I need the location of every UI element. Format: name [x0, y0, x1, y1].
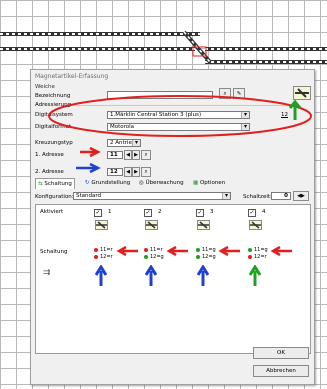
schaltung-state-line2: 12=r [94, 254, 113, 260]
column-number: 3 [210, 209, 214, 215]
annotation-arrow-red [270, 246, 292, 256]
schaltung-state-line1: 11=r [144, 247, 163, 253]
adressierung-label: Adressierung [35, 102, 72, 108]
digitalsystem-label: Digitalsystem [35, 112, 73, 118]
adresse2-increment[interactable]: ▶ [132, 167, 140, 177]
konfiguration-select[interactable]: Standard [73, 192, 231, 200]
tab-optionen[interactable]: ▦ Optionen [191, 178, 227, 188]
annotation-arrow-red [166, 246, 188, 256]
switch-icon: ⇆ [38, 181, 43, 187]
schaltung-panel: Aktiviert Schaltung ⇉ ✓ 1 11=r 12=r ✓ 2 11=r 12… [35, 204, 311, 354]
turnout-symbol-icon [293, 86, 311, 100]
schaltung-state-line2: 12=r [248, 254, 267, 260]
bezeichnung-input[interactable] [107, 91, 213, 99]
column-number: 2 [158, 209, 162, 215]
annotation-arrow-red [116, 246, 138, 256]
adresse2-label: 2. Adresse [35, 169, 64, 175]
state-dot-icon [94, 254, 98, 259]
edit-icon: ✎ [236, 91, 242, 97]
state-dot-icon [94, 247, 98, 252]
track-segment [0, 47, 195, 51]
adresse1-decrement[interactable]: ◀ [124, 150, 132, 160]
column-number: 4 [262, 209, 266, 215]
turnout-state-icon [249, 220, 262, 230]
tab-schaltung[interactable]: ⇆ Schaltung [35, 178, 75, 189]
aktiviert-checkbox[interactable]: ✓ [196, 209, 204, 217]
adresse2-search-button[interactable]: ⌕ [141, 167, 151, 177]
tab-ueberwachung[interactable]: ◎ Überwachung [137, 178, 186, 188]
adresse1-increment[interactable]: ▶ [132, 150, 140, 160]
search-icon: ⌕ [144, 152, 148, 158]
annotation-arrow-blue [197, 265, 209, 286]
track-diagonal [182, 30, 212, 64]
abbrechen-button[interactable]: Abbrechen [253, 365, 309, 377]
schaltung-edit-icon[interactable]: ⇉ [43, 268, 53, 278]
ok-button[interactable]: OK [253, 347, 309, 359]
schaltzeit-label: Schaltzeit: [243, 194, 272, 200]
adresse1-search-button[interactable]: ⌕ [141, 150, 151, 160]
digitalsystem-select[interactable]: 1.Märklin Central Station 3 (plus) [107, 111, 250, 119]
schaltung-state-line1: 11=r [94, 247, 113, 253]
refresh-icon: ↻ [85, 180, 90, 186]
state-dot-icon [144, 254, 148, 259]
search-icon: ⌕ [223, 91, 227, 97]
turnout-state-icon [145, 220, 158, 230]
column-number: 1 [108, 209, 112, 215]
turnout-state-icon [197, 220, 210, 230]
digitalformat-select[interactable]: Motorola [107, 123, 250, 131]
schaltung-state-line2: 12=g [144, 254, 164, 260]
schaltung-state-line2: 12=g [196, 254, 216, 260]
lookup-button[interactable]: ⌕ [219, 88, 231, 99]
search-icon: ⌕ [144, 169, 148, 175]
aktiviert-checkbox[interactable]: ✓ [248, 209, 256, 217]
help-number[interactable]: 12 [281, 112, 288, 118]
adresse2-decrement[interactable]: ◀ [124, 167, 132, 177]
aktiviert-checkbox[interactable]: ✓ [94, 209, 102, 217]
magnetartikel-dialog: Magnetartikel-Erfassung Weiche Bezeichnu… [30, 69, 315, 385]
bezeichnung-label: Bezeichnung [35, 93, 71, 99]
tab-bar: ⇆ Schaltung ↻ Grundstellung ◎ Überwachun… [35, 178, 311, 189]
kreuzungstyp-select[interactable]: 2 Antriebe [107, 139, 141, 147]
track-segment [0, 32, 200, 36]
aktiviert-label: Aktiviert [40, 209, 64, 215]
annotation-arrow-green [249, 265, 261, 286]
adresse1-label: 1. Adresse [35, 152, 64, 158]
options-icon: ▦ [193, 180, 199, 186]
schaltung-state-line1: 11=g [196, 247, 216, 253]
tab-grundstellung[interactable]: ↻ Grundstellung [83, 178, 132, 188]
kreuzungstyp-label: Kreuzungstyp [35, 140, 73, 146]
schaltung-state-line1: 11=g [248, 247, 268, 253]
schaltzeit-input[interactable]: 0 [271, 192, 291, 200]
state-dot-icon [144, 247, 148, 252]
weiche-label: Weiche [35, 84, 55, 90]
adresse1-input[interactable]: 11 [107, 151, 123, 159]
state-dot-icon [248, 247, 252, 252]
turnout-state-icon [95, 220, 108, 230]
state-dot-icon [248, 254, 252, 259]
aktiviert-checkbox[interactable]: ✓ [144, 209, 152, 217]
dialog-title: Magnetartikel-Erfassung [35, 73, 109, 80]
annotation-arrow-blue [95, 265, 107, 286]
schaltzeit-stepper[interactable]: ◀▶ [293, 191, 309, 201]
digitalformat-label: Digitalformat [35, 124, 72, 130]
monitor-icon: ◎ [139, 180, 144, 186]
edit-button[interactable]: ✎ [233, 88, 245, 99]
schaltung-label: Schaltung [40, 249, 68, 255]
annotation-arrow-blue [145, 265, 157, 286]
state-dot-icon [196, 247, 200, 252]
konfiguration-label: Konfiguration: [35, 194, 74, 200]
adresse2-input[interactable]: 12 [107, 168, 123, 176]
state-dot-icon [196, 254, 200, 259]
adressierung-divider [71, 105, 291, 106]
annotation-arrow-red [218, 246, 240, 256]
